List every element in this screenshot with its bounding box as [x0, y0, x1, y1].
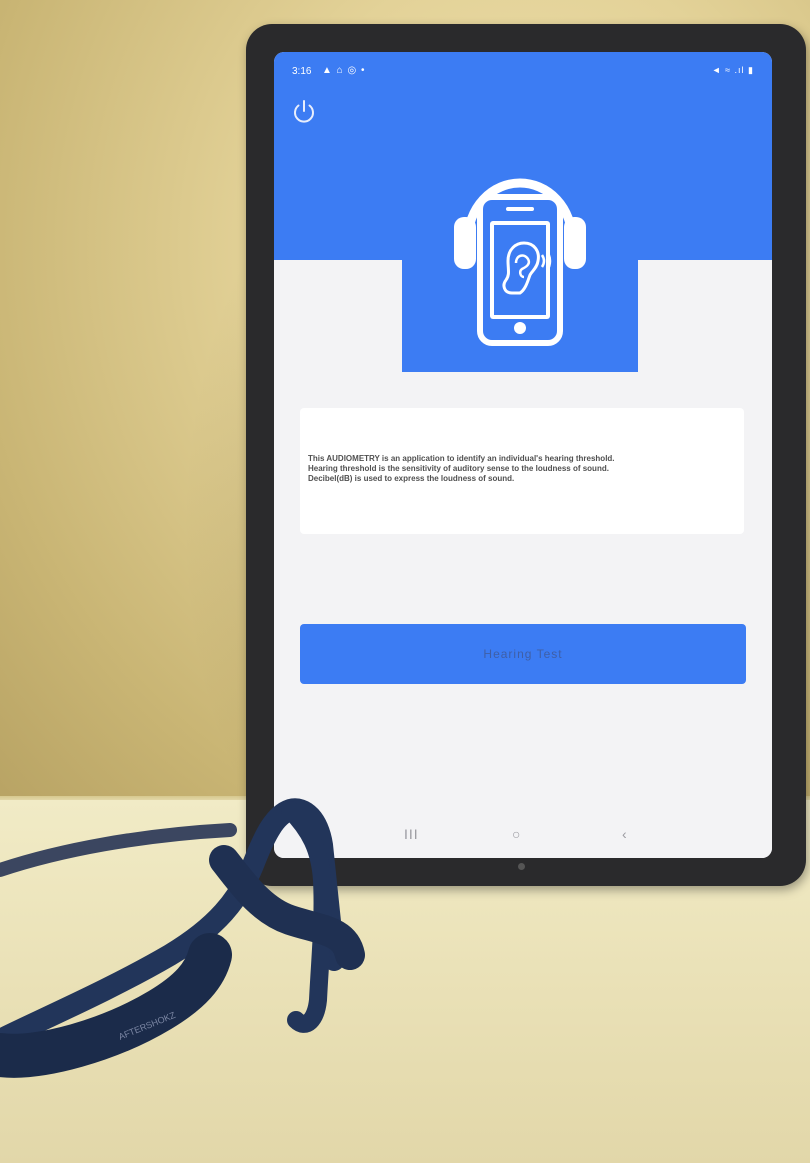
- ear-phone-headphones-logo: [454, 178, 586, 346]
- android-nav-bar: III ○ ‹: [274, 814, 772, 858]
- recent-apps-icon[interactable]: III: [404, 826, 419, 842]
- status-time: 3:16: [292, 66, 312, 77]
- description-line: Hearing threshold is the sensitivity of …: [308, 464, 609, 473]
- description-card: This AUDIOMETRY is an application to ide…: [300, 408, 744, 534]
- description-text: This AUDIOMETRY is an application to ide…: [308, 454, 738, 484]
- app-logo: [450, 147, 590, 347]
- system-status-icons: ◄ ≈ .ıl ▮: [711, 65, 754, 75]
- description-line: Decibel(dB) is used to express the loudn…: [308, 474, 515, 483]
- description-line: This AUDIOMETRY is an application to ide…: [308, 454, 615, 463]
- tablet-screen: 3:16 ▲ ⌂ ◎ • ◄ ≈ .ıl ▮ This AUDIOMETRY i…: [274, 52, 772, 858]
- back-icon[interactable]: ‹: [622, 826, 627, 842]
- notification-icons: ▲ ⌂ ◎ •: [322, 65, 366, 76]
- photo-scene: 3:16 ▲ ⌂ ◎ • ◄ ≈ .ıl ▮ This AUDIOMETRY i…: [0, 0, 810, 1163]
- home-icon[interactable]: ○: [512, 826, 520, 842]
- power-button[interactable]: [288, 96, 320, 128]
- status-bar: 3:16 ▲ ⌂ ◎ • ◄ ≈ .ıl ▮: [292, 65, 754, 82]
- tablet-camera: [518, 863, 525, 870]
- hearing-test-button[interactable]: Hearing Test: [300, 624, 746, 684]
- power-icon: [294, 100, 314, 123]
